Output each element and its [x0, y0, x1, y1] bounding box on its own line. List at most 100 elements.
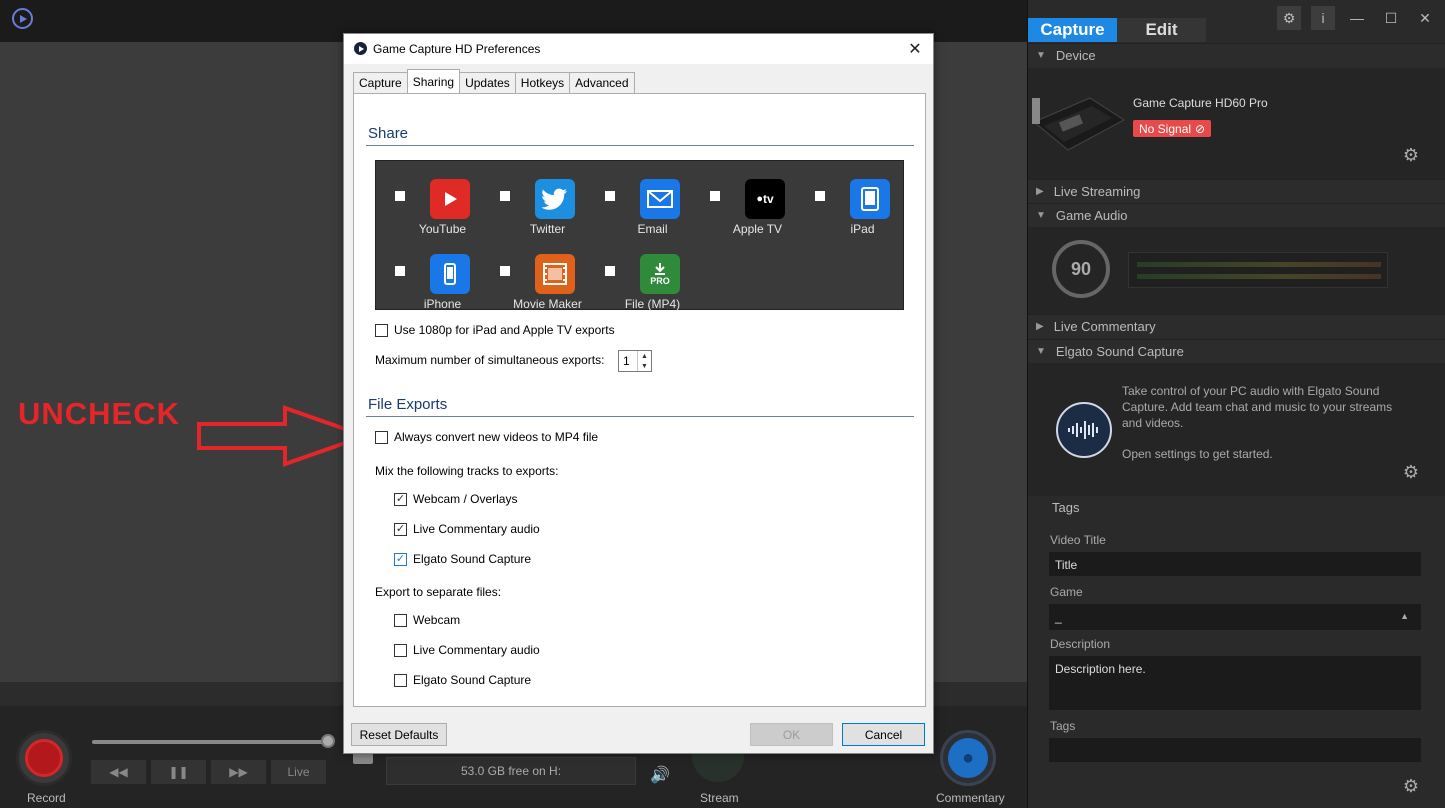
iphone-checkbox[interactable]: [395, 266, 405, 276]
dialog-tabs: Capture Sharing Updates Hotkeys Advanced: [353, 69, 635, 93]
use-1080p-label: Use 1080p for iPad and Apple TV exports: [394, 323, 615, 337]
movie-maker-checkbox[interactable]: [500, 266, 510, 276]
section-live-commentary[interactable]: ▶ Live Commentary: [1028, 314, 1445, 338]
section-device[interactable]: ▼ Device: [1028, 43, 1445, 67]
volume-icon[interactable]: 🔊: [650, 765, 670, 785]
reset-defaults-button[interactable]: Reset Defaults: [351, 723, 447, 746]
maximize-icon[interactable]: ☐: [1379, 6, 1403, 30]
app-logo-icon[interactable]: [12, 8, 33, 29]
record-button[interactable]: [16, 730, 72, 786]
tab-advanced[interactable]: Advanced: [569, 72, 635, 93]
spinner-up-icon[interactable]: ▲: [641, 353, 648, 360]
no-signal-badge: No Signal ⊘: [1133, 120, 1212, 137]
email-checkbox[interactable]: [605, 191, 615, 201]
device-settings-gear-icon[interactable]: ⚙: [1400, 144, 1422, 166]
triangle-down-icon: ▼: [1036, 346, 1046, 357]
share-item-file-mp4[interactable]: PRO File (MP4): [600, 246, 705, 311]
tab-sharing[interactable]: Sharing: [406, 69, 461, 93]
tags-settings-gear-icon[interactable]: ⚙: [1400, 775, 1422, 797]
triangle-right-icon: ▶: [1036, 186, 1044, 197]
description-textarea[interactable]: Description here.: [1048, 655, 1422, 711]
tab-hotkeys[interactable]: Hotkeys: [514, 72, 571, 93]
share-item-twitter[interactable]: Twitter: [495, 171, 600, 236]
separate-sound-capture-checkbox[interactable]: [394, 673, 407, 687]
rewind-button[interactable]: ◀◀: [91, 760, 146, 784]
share-item-email[interactable]: Email: [600, 171, 705, 236]
game-audio-volume-dial[interactable]: 90: [1052, 240, 1110, 298]
close-icon[interactable]: ✕: [1413, 6, 1437, 30]
share-label: File (MP4): [624, 297, 681, 311]
game-select[interactable]: _ ▲: [1048, 603, 1422, 631]
esc-hint: Open settings to get started.: [1122, 447, 1273, 461]
section-game-audio[interactable]: ▼ Game Audio: [1028, 203, 1445, 227]
sharing-tab-content: Share YouTube Twitter Email ● tv Apple T…: [353, 93, 926, 707]
cancel-button[interactable]: Cancel: [842, 723, 925, 746]
tags-input[interactable]: [1048, 737, 1422, 763]
storage-free-indicator: 53.0 GB free on H:: [386, 757, 636, 785]
playback-scrubber-handle[interactable]: [321, 734, 335, 748]
max-exports-label: Maximum number of simultaneous exports:: [375, 353, 605, 367]
separate-webcam-checkbox[interactable]: [394, 613, 407, 627]
section-elgato-sound-capture[interactable]: ▼ Elgato Sound Capture: [1028, 339, 1445, 363]
tab-edit[interactable]: Edit: [1117, 18, 1206, 42]
settings-gear-icon[interactable]: ⚙: [1277, 6, 1301, 30]
ipad-checkbox[interactable]: [815, 191, 825, 201]
mix-sound-capture-checkbox[interactable]: ✓: [394, 552, 407, 566]
section-live-streaming[interactable]: ▶ Live Streaming: [1028, 179, 1445, 203]
info-icon[interactable]: i: [1311, 6, 1335, 30]
separate-commentary-label: Live Commentary audio: [413, 643, 540, 657]
always-convert-checkbox[interactable]: [375, 430, 388, 444]
app-logo-icon: [354, 42, 367, 55]
separate-files-label: Export to separate files:: [375, 585, 502, 599]
youtube-checkbox[interactable]: [395, 191, 405, 201]
video-title-input[interactable]: Title: [1048, 551, 1422, 577]
esc-settings-gear-icon[interactable]: ⚙: [1400, 461, 1422, 483]
mix-commentary-row[interactable]: ✓ Live Commentary audio: [394, 522, 540, 536]
mix-tracks-label: Mix the following tracks to exports:: [375, 464, 559, 478]
live-button[interactable]: Live: [271, 760, 326, 784]
separate-sound-capture-row[interactable]: Elgato Sound Capture: [394, 673, 531, 687]
share-item-apple-tv[interactable]: ● tv Apple TV: [705, 171, 810, 236]
pause-button[interactable]: ❚❚: [151, 760, 206, 784]
tab-updates[interactable]: Updates: [459, 72, 516, 93]
always-convert-row[interactable]: Always convert new videos to MP4 file: [375, 430, 598, 444]
separate-webcam-row[interactable]: Webcam: [394, 613, 460, 627]
spinner-arrows[interactable]: ▲ ▼: [637, 351, 651, 371]
commentary-button[interactable]: ●: [940, 730, 996, 786]
preferences-dialog: Game Capture HD Preferences ✕ Capture Sh…: [343, 33, 934, 754]
section-device-label: Device: [1055, 48, 1096, 63]
game-select-value: _: [1055, 610, 1062, 624]
share-item-movie-maker[interactable]: Movie Maker: [495, 246, 600, 311]
share-item-ipad[interactable]: iPad: [810, 171, 915, 236]
tab-capture[interactable]: Capture: [353, 72, 408, 93]
max-exports-spinner[interactable]: 1 ▲ ▼: [618, 350, 652, 372]
use-1080p-checkbox[interactable]: [375, 323, 388, 337]
dialog-close-icon[interactable]: ✕: [905, 39, 925, 59]
window-controls: ⚙ i — ☐ ✕: [1277, 6, 1437, 30]
file-mp4-checkbox[interactable]: [605, 266, 615, 276]
spinner-down-icon[interactable]: ▼: [641, 363, 648, 370]
always-convert-label: Always convert new videos to MP4 file: [394, 430, 599, 444]
apple-tv-checkbox[interactable]: [710, 191, 720, 201]
twitter-bird-icon: [535, 179, 575, 219]
mix-commentary-checkbox[interactable]: ✓: [394, 522, 407, 536]
share-item-iphone[interactable]: iPhone: [390, 246, 495, 311]
mix-webcam-checkbox[interactable]: ✓: [394, 492, 407, 506]
minimize-icon[interactable]: —: [1345, 6, 1369, 30]
capture-card-image: [1032, 97, 1125, 151]
use-1080p-row[interactable]: Use 1080p for iPad and Apple TV exports: [375, 323, 615, 337]
playback-scrubber-track[interactable]: [92, 740, 328, 744]
mix-webcam-label: Webcam / Overlays: [413, 492, 518, 506]
share-item-youtube[interactable]: YouTube: [390, 171, 495, 236]
tab-capture[interactable]: Capture: [1028, 18, 1117, 42]
mix-sound-capture-row[interactable]: ✓ Elgato Sound Capture: [394, 552, 531, 566]
separate-commentary-row[interactable]: Live Commentary audio: [394, 643, 540, 657]
twitter-checkbox[interactable]: [500, 191, 510, 201]
fast-forward-button[interactable]: ▶▶: [211, 760, 266, 784]
separate-commentary-checkbox[interactable]: [394, 643, 407, 657]
share-destinations-grid: YouTube Twitter Email ● tv Apple TV iPad…: [375, 160, 904, 311]
share-label: iPhone: [423, 297, 462, 311]
mix-commentary-label: Live Commentary audio: [413, 522, 540, 536]
mix-webcam-row[interactable]: ✓ Webcam / Overlays: [394, 492, 517, 506]
ok-button[interactable]: OK: [750, 723, 833, 746]
